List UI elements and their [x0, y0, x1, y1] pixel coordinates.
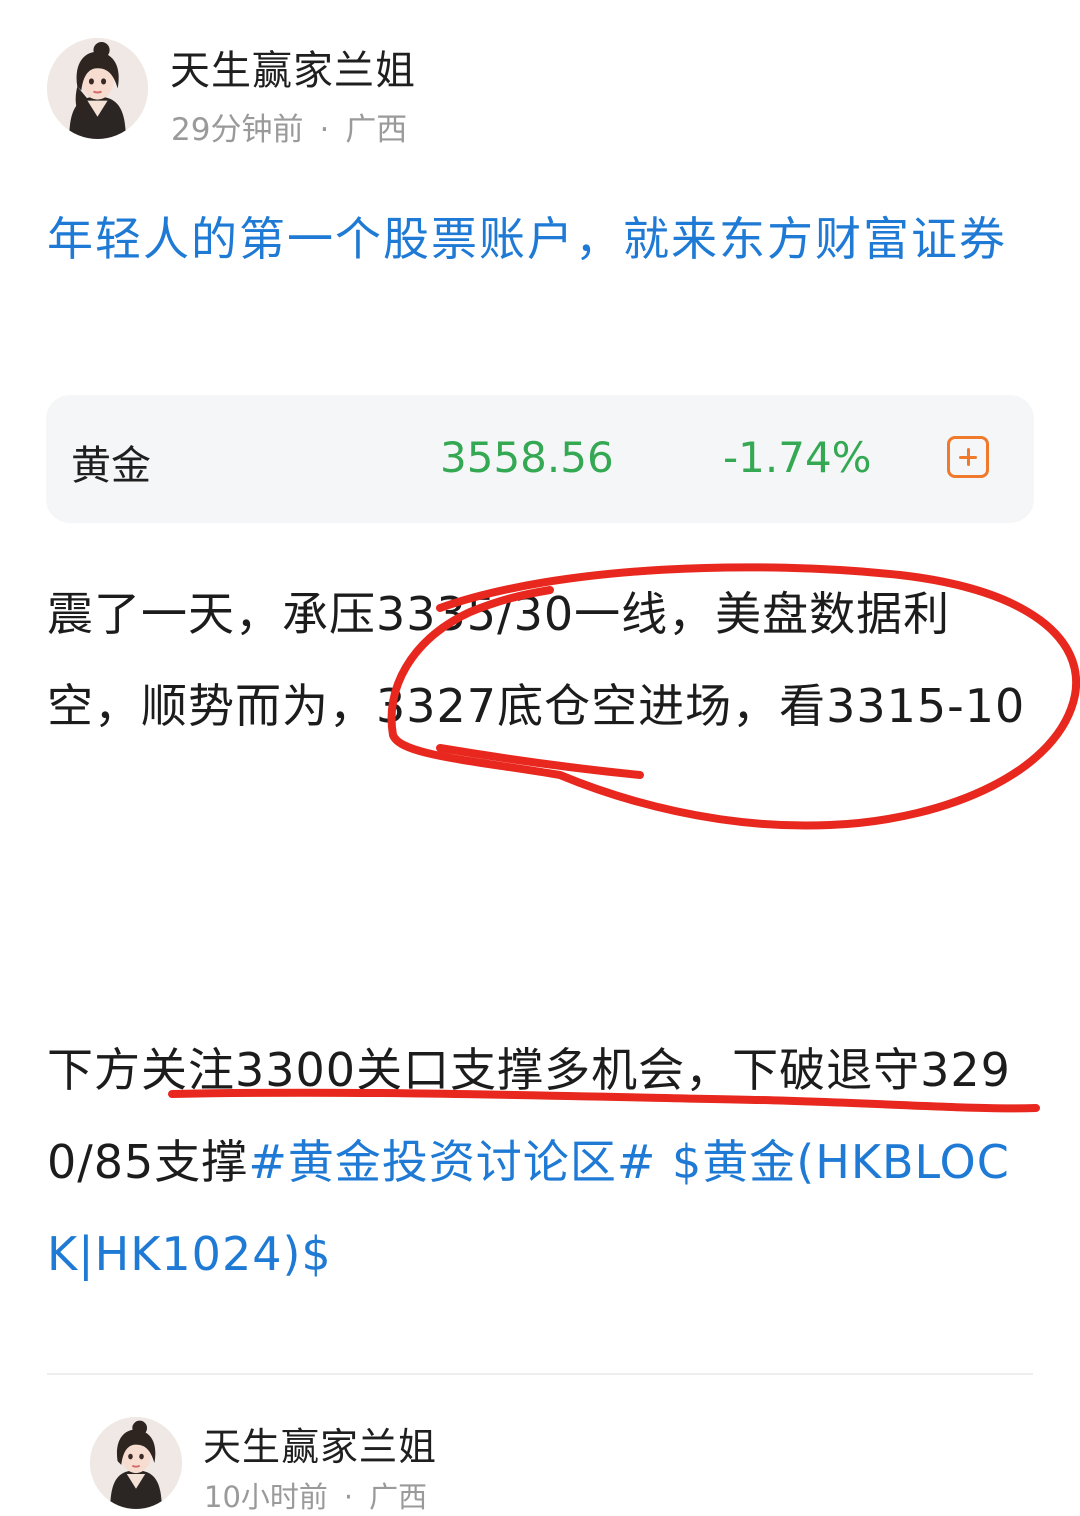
post-card: 天生赢家兰姐 29分钟前 · 广西 年轻人的第一个股票账户，就来东方财富证券 黄金 …: [0, 0, 1080, 1514]
next-post-time: 10小时前: [204, 1480, 328, 1514]
post-title-link[interactable]: 年轻人的第一个股票账户，就来东方财富证券: [47, 200, 1037, 278]
author-name[interactable]: 天生赢家兰姐: [170, 38, 416, 96]
avatar-illustration: [90, 1417, 182, 1509]
next-post-meta: 10小时前 · 广西: [204, 1474, 427, 1516]
next-post-location: 广西: [369, 1480, 428, 1514]
next-author-avatar[interactable]: [90, 1417, 182, 1509]
post-paragraph-2: 下方关注3300关口支撑多机会，下破退守3290/85支撑#黄金投资讨论区# $…: [47, 1024, 1037, 1300]
add-watchlist-icon[interactable]: [947, 436, 989, 478]
quote-name: 黄金: [71, 443, 151, 489]
quote-change: -1.74%: [723, 433, 872, 482]
meta-separator: ·: [343, 1480, 354, 1514]
post-time: 29分钟前: [171, 112, 304, 148]
annotation-stroke: [436, 744, 644, 779]
next-author-name[interactable]: 天生赢家兰姐: [203, 1416, 437, 1471]
post-location: 广西: [345, 112, 408, 148]
quote-price: 3558.56: [440, 433, 614, 482]
stock-quote-card[interactable]: 黄金 3558.56 -1.74%: [46, 395, 1034, 523]
author-avatar[interactable]: [47, 38, 148, 139]
topic-tag-link[interactable]: #黄金投资讨论区#: [248, 1135, 656, 1189]
post-meta: 29分钟前 · 广西: [171, 104, 407, 149]
meta-separator: ·: [319, 112, 330, 148]
post-divider: [47, 1373, 1033, 1375]
avatar-illustration: [47, 38, 148, 139]
post-paragraph-1: 震了一天，承压3335/30一线，美盘数据利空，顺势而为，3327底仓空进场，看…: [47, 587, 1026, 733]
